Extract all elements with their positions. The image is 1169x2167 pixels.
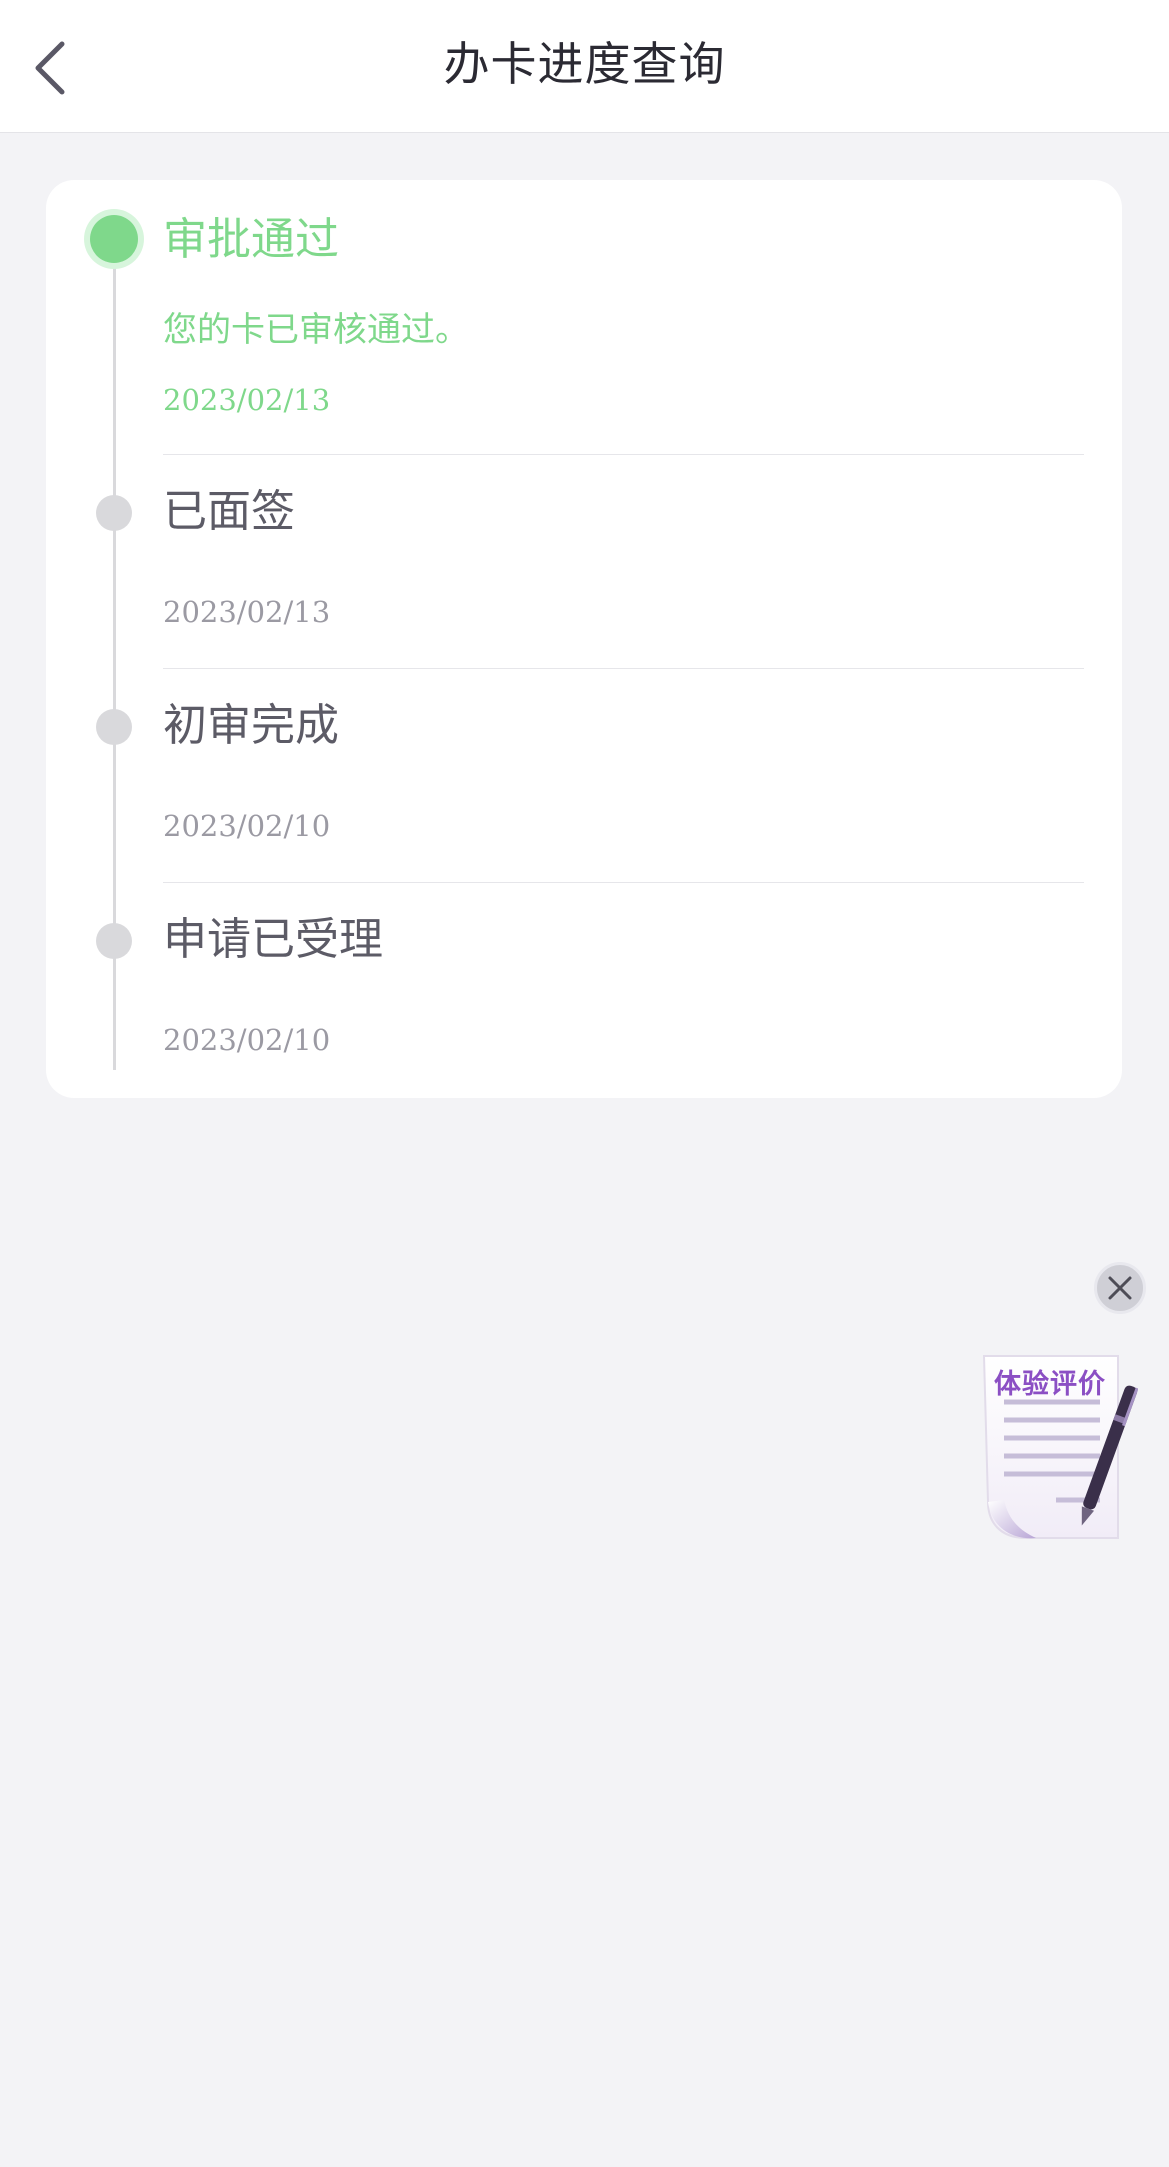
step-description: 您的卡已审核通过。 xyxy=(163,310,469,350)
progress-card: 审批通过 您的卡已审核通过。 2023/02/13 已面签 2023/02/13… xyxy=(46,180,1122,1098)
page-title: 办卡进度查询 xyxy=(443,37,726,91)
experience-evaluation-widget[interactable]: 体验评价 xyxy=(978,1352,1138,1542)
step-title: 审批通过 xyxy=(163,214,339,265)
step-title: 已面签 xyxy=(163,486,295,537)
status-dot xyxy=(96,495,132,531)
step-date: 2023/02/13 xyxy=(163,383,331,417)
divider xyxy=(163,882,1084,883)
step-title: 初审完成 xyxy=(163,700,339,751)
evaluation-label: 体验评价 xyxy=(994,1369,1106,1400)
top-nav-bar: 办卡进度查询 xyxy=(0,0,1169,133)
step-date: 2023/02/13 xyxy=(163,595,331,629)
status-dot-active xyxy=(90,215,138,263)
step-date: 2023/02/10 xyxy=(163,809,331,843)
timeline-step-accepted: 申请已受理 2023/02/10 xyxy=(46,884,1122,1098)
step-date: 2023/02/10 xyxy=(163,1023,331,1057)
divider xyxy=(163,668,1084,669)
timeline-step-approved: 审批通过 您的卡已审核通过。 2023/02/13 xyxy=(46,180,1122,456)
close-floating-button[interactable] xyxy=(1094,1262,1146,1314)
status-dot xyxy=(96,923,132,959)
divider xyxy=(163,454,1084,455)
status-dot xyxy=(96,709,132,745)
step-title: 申请已受理 xyxy=(163,914,383,965)
close-icon xyxy=(1108,1276,1132,1300)
timeline-step-preliminary: 初审完成 2023/02/10 xyxy=(46,670,1122,884)
timeline-step-signed: 已面签 2023/02/13 xyxy=(46,456,1122,670)
